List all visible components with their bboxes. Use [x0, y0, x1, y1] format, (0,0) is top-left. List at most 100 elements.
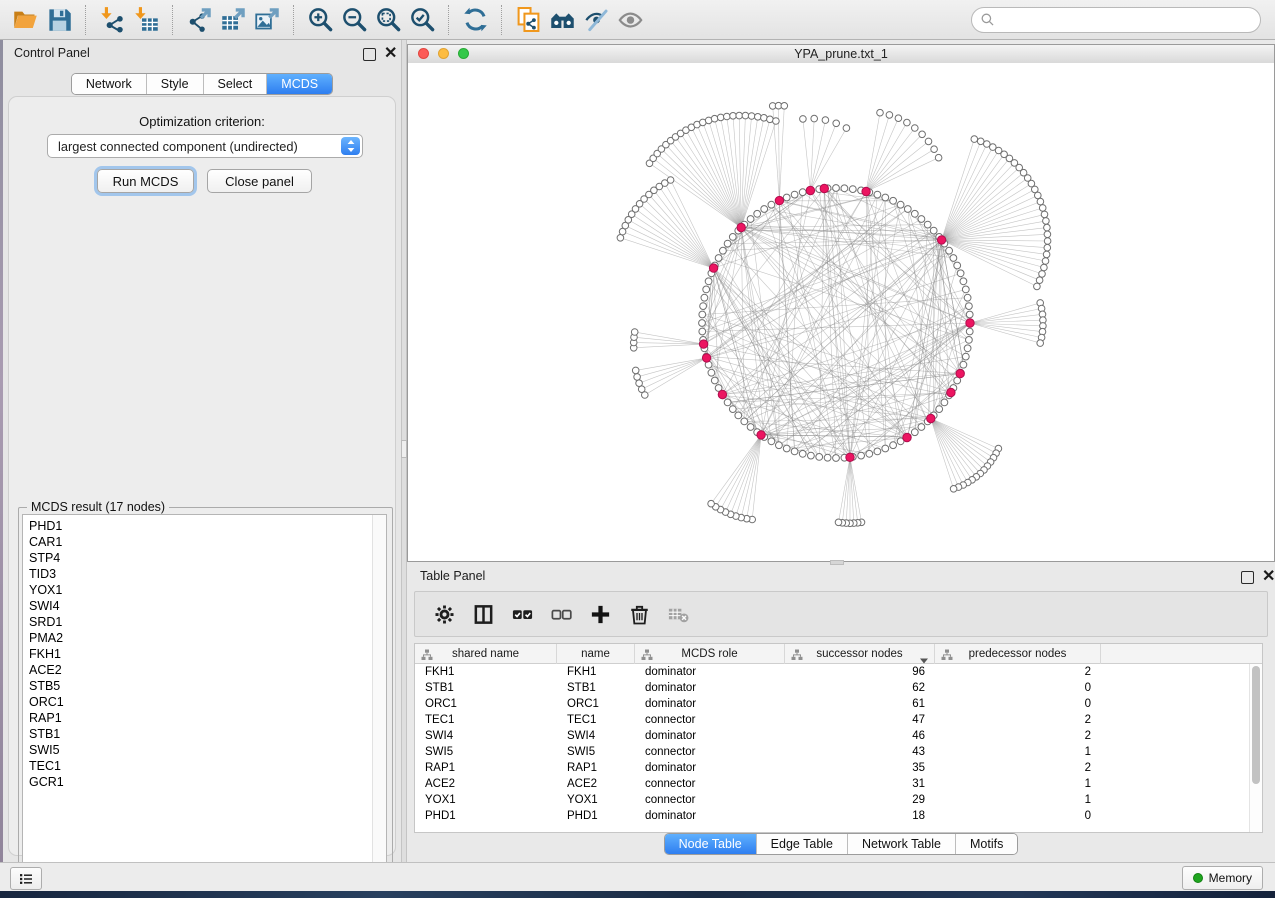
open-session-button[interactable]: [8, 4, 42, 36]
tab-network-table[interactable]: Network Table: [847, 834, 955, 854]
ring-node[interactable]: [808, 452, 815, 459]
ring-node[interactable]: [705, 278, 712, 285]
table-row[interactable]: TEC1TEC1connector472: [415, 712, 1262, 728]
leaf-node[interactable]: [617, 235, 624, 242]
ring-node[interactable]: [841, 185, 848, 192]
export-network-button[interactable]: [182, 4, 216, 36]
import-table-button[interactable]: [129, 4, 163, 36]
leaf-node[interactable]: [1034, 283, 1041, 290]
ring-node[interactable]: [799, 189, 806, 196]
ring-node[interactable]: [768, 438, 775, 445]
search-input[interactable]: [995, 12, 1252, 28]
leaf-node[interactable]: [1044, 231, 1051, 238]
node-table[interactable]: shared name name MCDS role successor nod…: [414, 643, 1263, 833]
zoom-in-button[interactable]: [303, 4, 337, 36]
leaf-node[interactable]: [1044, 244, 1051, 251]
table-row[interactable]: RAP1RAP1dominator352: [415, 760, 1262, 776]
ring-node[interactable]: [882, 445, 889, 452]
zoom-out-button[interactable]: [337, 4, 371, 36]
ring-node[interactable]: [768, 201, 775, 208]
ring-node[interactable]: [897, 201, 904, 208]
show-columns-button[interactable]: [470, 601, 496, 627]
settings-gear-button[interactable]: [431, 601, 457, 627]
hide-graphics-details-button[interactable]: [579, 4, 613, 36]
mcds-result-item[interactable]: CAR1: [29, 534, 64, 550]
show-graphics-details-button[interactable]: [613, 4, 647, 36]
ring-node[interactable]: [966, 337, 973, 344]
result-list-scrollbar[interactable]: [372, 515, 386, 873]
leaf-node[interactable]: [1042, 258, 1049, 265]
mcds-result-item[interactable]: RAP1: [29, 710, 64, 726]
leaf-node[interactable]: [935, 154, 942, 161]
leaf-node[interactable]: [724, 113, 731, 120]
close-table-panel-icon[interactable]: ✕: [1262, 571, 1275, 582]
ring-node[interactable]: [911, 210, 918, 217]
mcds-result-item[interactable]: STP4: [29, 550, 64, 566]
ring-node[interactable]: [701, 294, 708, 301]
ring-node[interactable]: [711, 377, 718, 384]
ring-node[interactable]: [918, 424, 925, 431]
mcds-hub-node[interactable]: [937, 236, 945, 244]
ring-node[interactable]: [776, 442, 783, 449]
table-row[interactable]: ACE2ACE2connector311: [415, 776, 1262, 792]
leaf-node[interactable]: [843, 125, 850, 132]
column-header-successor-nodes[interactable]: successor nodes: [785, 644, 935, 664]
leaf-node[interactable]: [1044, 238, 1051, 245]
ring-node[interactable]: [724, 240, 731, 247]
leaf-node[interactable]: [711, 115, 718, 122]
ring-node[interactable]: [874, 448, 881, 455]
column-header-name[interactable]: name: [557, 644, 635, 664]
mcds-hub-node[interactable]: [737, 223, 745, 231]
ring-node[interactable]: [833, 455, 840, 462]
mcds-hub-node[interactable]: [966, 319, 974, 327]
ring-node[interactable]: [700, 303, 707, 310]
ring-node[interactable]: [962, 286, 969, 293]
ring-node[interactable]: [874, 191, 881, 198]
leaf-node[interactable]: [1039, 205, 1046, 212]
ring-node[interactable]: [783, 194, 790, 201]
tab-motifs[interactable]: Motifs: [955, 834, 1017, 854]
ring-node[interactable]: [699, 311, 706, 318]
mcds-hub-node[interactable]: [718, 390, 726, 398]
leaf-node[interactable]: [811, 115, 818, 122]
ring-node[interactable]: [791, 191, 798, 198]
table-row[interactable]: SWI5SWI5connector431: [415, 744, 1262, 760]
run-mcds-button[interactable]: Run MCDS: [97, 169, 194, 193]
tab-network[interactable]: Network: [72, 74, 146, 94]
leaf-node[interactable]: [931, 146, 938, 153]
ring-node[interactable]: [824, 454, 831, 461]
ring-node[interactable]: [703, 286, 710, 293]
leaf-node[interactable]: [1037, 340, 1044, 347]
leaf-node[interactable]: [708, 500, 715, 507]
leaf-node[interactable]: [1043, 251, 1050, 258]
ring-node[interactable]: [720, 247, 727, 254]
ring-node[interactable]: [866, 450, 873, 457]
delete-table-button[interactable]: [665, 601, 691, 627]
mcds-result-item[interactable]: TEC1: [29, 758, 64, 774]
leaf-node[interactable]: [755, 114, 762, 121]
mcds-result-item[interactable]: SWI5: [29, 742, 64, 758]
ring-node[interactable]: [735, 412, 742, 419]
ring-node[interactable]: [715, 255, 722, 262]
leaf-node[interactable]: [912, 125, 919, 132]
close-panel-icon[interactable]: ✕: [384, 48, 397, 59]
leaf-node[interactable]: [1035, 192, 1042, 199]
mcds-result-item[interactable]: PMA2: [29, 630, 64, 646]
ring-node[interactable]: [754, 210, 761, 217]
tab-style[interactable]: Style: [146, 74, 203, 94]
function-builder-button[interactable]: [704, 601, 730, 627]
ring-node[interactable]: [930, 227, 937, 234]
mcds-hub-node[interactable]: [709, 264, 717, 272]
leaf-node[interactable]: [717, 114, 724, 121]
ring-node[interactable]: [882, 194, 889, 201]
leaf-node[interactable]: [971, 136, 978, 143]
leaf-node[interactable]: [877, 109, 884, 116]
table-row[interactable]: PHD1PHD1dominator180: [415, 808, 1262, 824]
ring-node[interactable]: [962, 353, 969, 360]
zoom-fit-button[interactable]: [371, 4, 405, 36]
import-network-button[interactable]: [95, 4, 129, 36]
ring-node[interactable]: [858, 452, 865, 459]
ring-node[interactable]: [729, 406, 736, 413]
ring-node[interactable]: [960, 361, 967, 368]
leaf-node[interactable]: [904, 119, 911, 126]
